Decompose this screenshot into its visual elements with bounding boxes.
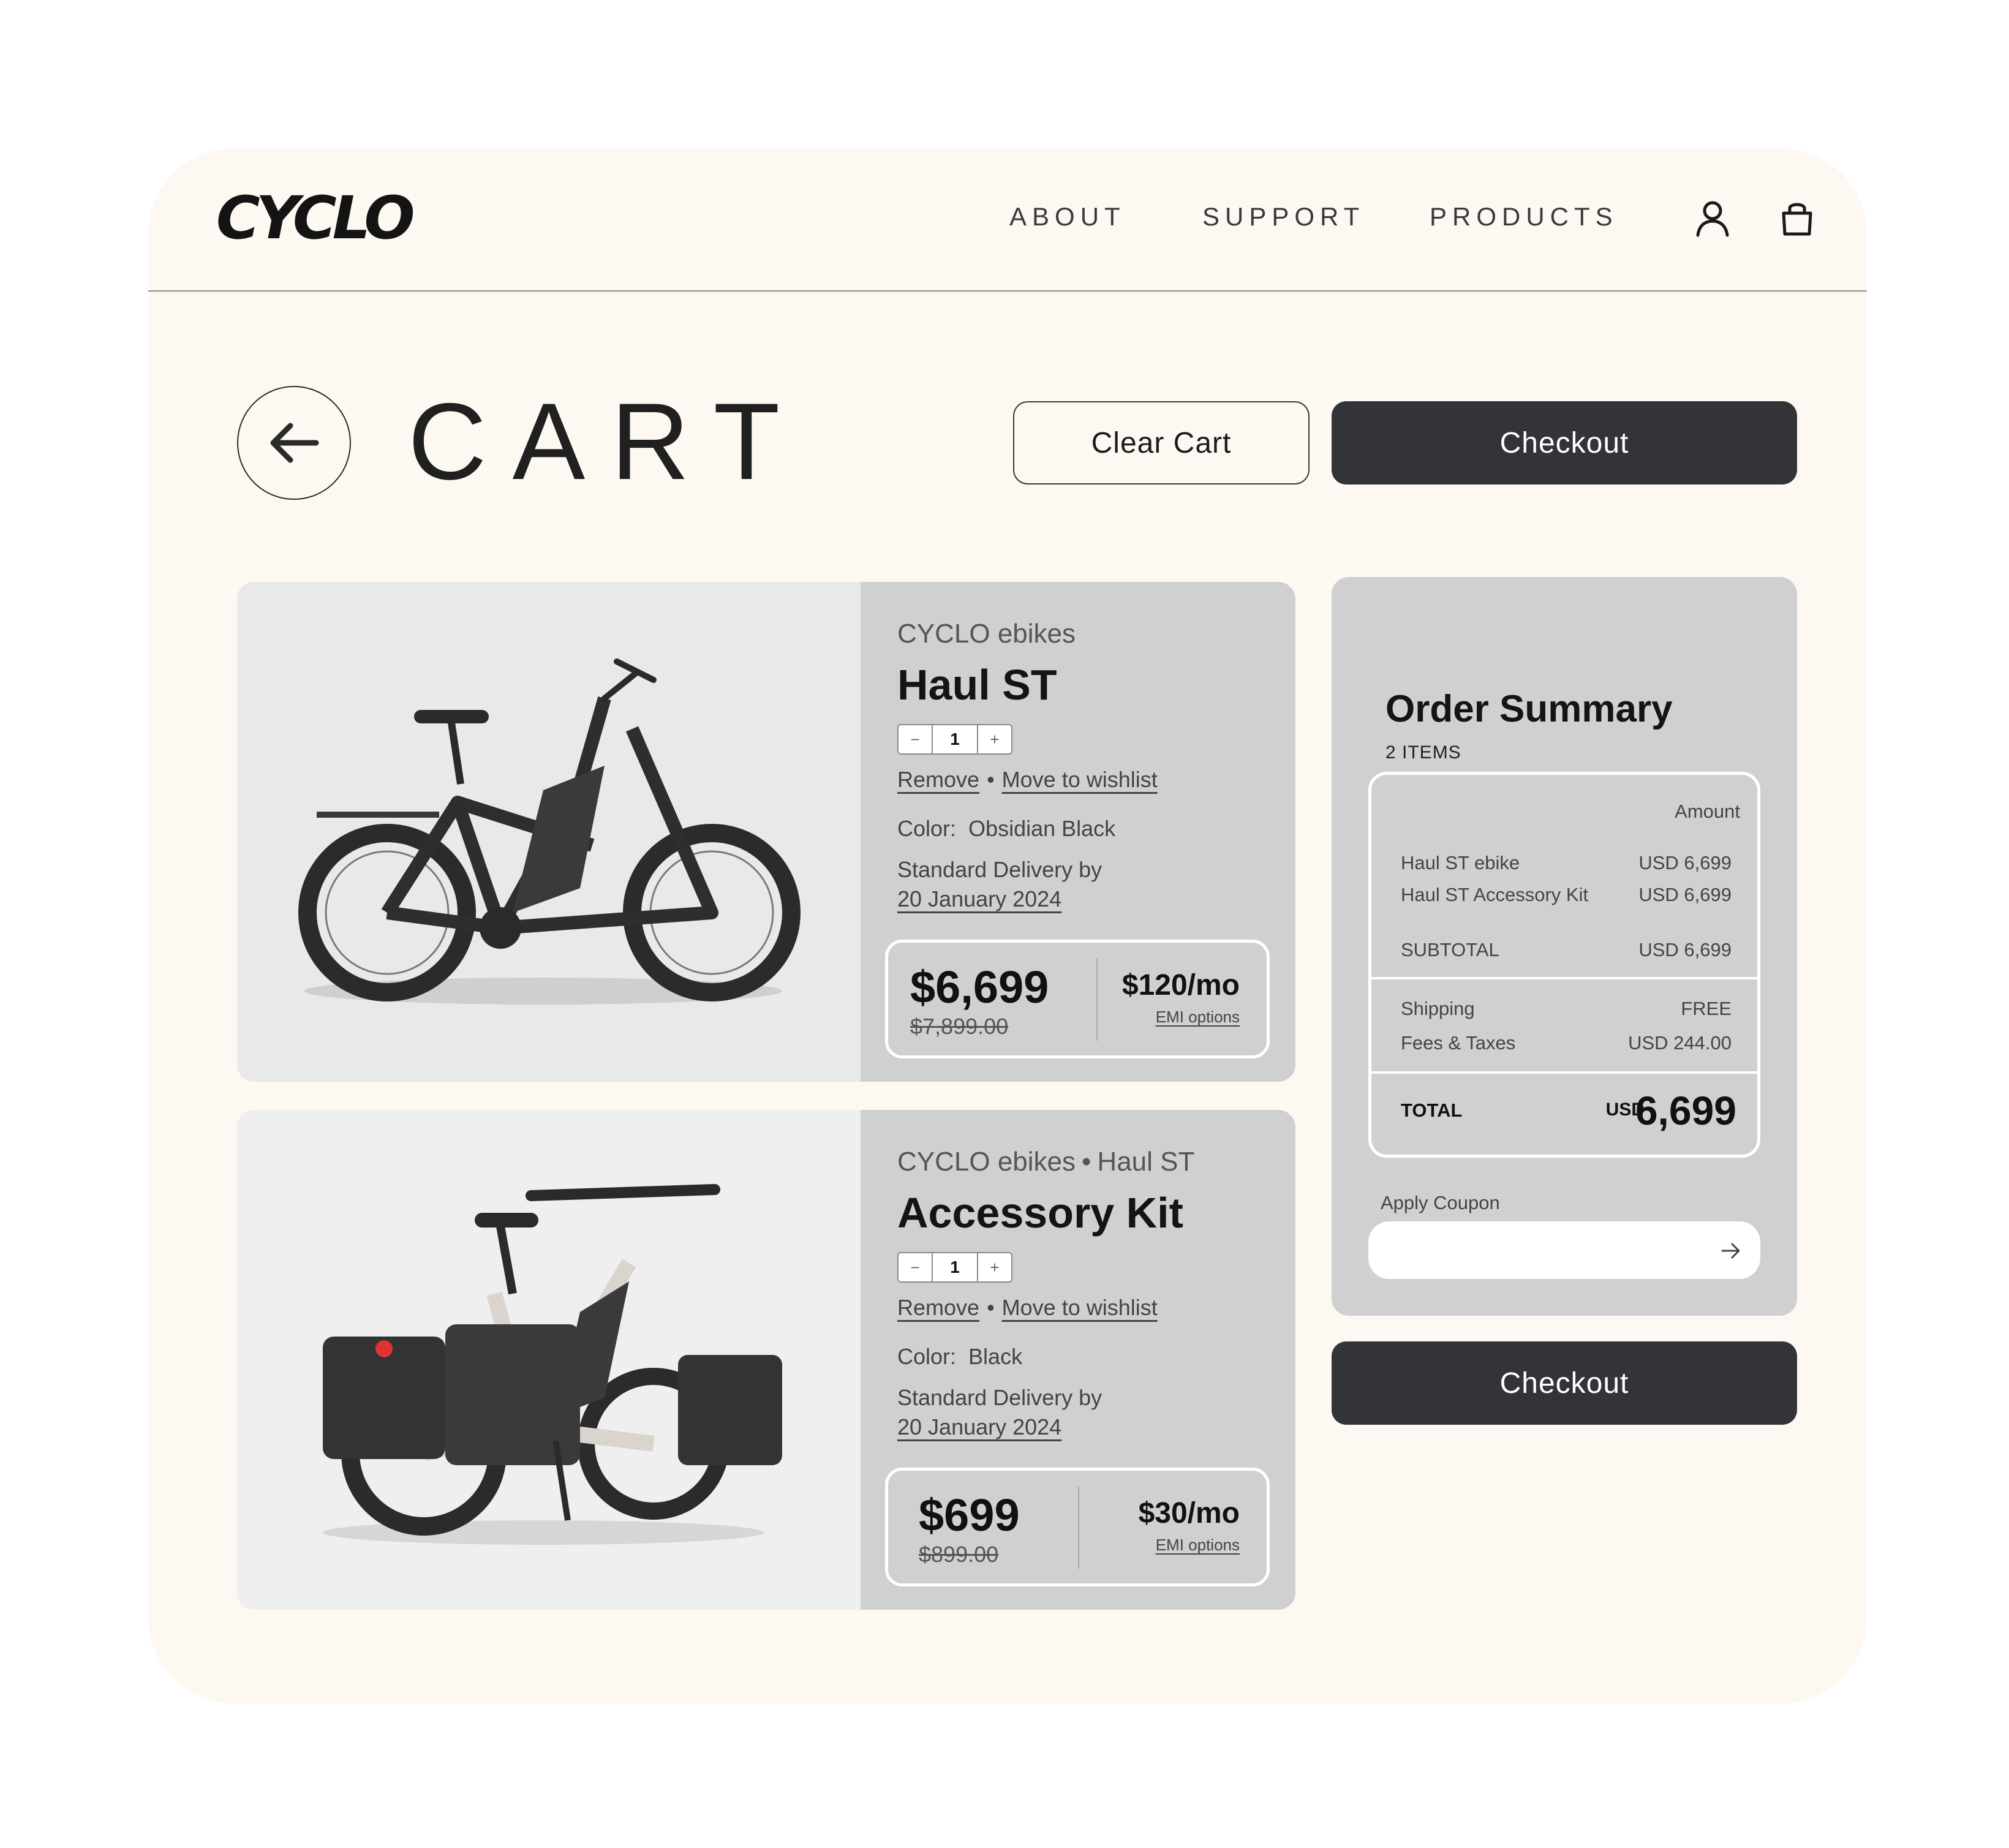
item-color: Color: Obsidian Black: [897, 816, 1115, 842]
separator-dot: •: [987, 1295, 995, 1320]
page-title: CART: [408, 380, 806, 502]
item-brand: CYCLO ebikes: [897, 619, 1076, 649]
checkout-button-bottom[interactable]: Checkout: [1332, 1341, 1797, 1425]
price-divider: [1096, 959, 1098, 1041]
product-image-haul-st[interactable]: [237, 582, 861, 1082]
total-value: 6,699: [1635, 1088, 1736, 1133]
increment-button[interactable]: +: [978, 725, 1011, 753]
item-original-price: $899.00: [919, 1542, 999, 1567]
separator-dot: •: [987, 767, 995, 792]
arrow-right-icon[interactable]: [1720, 1240, 1742, 1262]
delivery-label: Standard Delivery by: [897, 857, 1102, 882]
delivery-label: Standard Delivery by: [897, 1385, 1102, 1410]
product-image-accessory-kit[interactable]: [237, 1110, 861, 1610]
decrement-button[interactable]: −: [899, 1253, 932, 1281]
line-label: Haul ST Accessory Kit: [1401, 884, 1589, 905]
user-icon[interactable]: [1693, 198, 1732, 238]
item-actions: Remove • Move to wishlist: [897, 767, 1158, 793]
shipping-row: Shipping FREE: [1401, 998, 1732, 1020]
delivery-info: Standard Delivery by 20 January 2024: [897, 855, 1102, 914]
shipping-label: Shipping: [1401, 998, 1475, 1019]
total-label: TOTAL: [1401, 1099, 1463, 1121]
move-to-wishlist-link[interactable]: Move to wishlist: [1002, 767, 1158, 792]
subtotal-row: SUBTOTAL USD 6,699: [1401, 939, 1732, 961]
price-box: $699 $899.00 $30/mo EMI options: [885, 1468, 1270, 1586]
price-box: $6,699 $7,899.00 $120/mo EMI options: [885, 940, 1270, 1058]
item-name: Haul ST: [897, 661, 1057, 709]
monthly-price: $30/mo: [1138, 1497, 1240, 1529]
color-value: Black: [968, 1344, 1023, 1369]
decrement-button[interactable]: −: [899, 725, 932, 753]
line-value: USD 6,699: [1638, 884, 1732, 905]
shipping-value: FREE: [1681, 998, 1732, 1019]
shopping-bag-icon[interactable]: [1777, 198, 1817, 238]
line-value: USD 6,699: [1638, 852, 1732, 873]
item-color: Color: Black: [897, 1344, 1022, 1370]
ebike-illustration: [298, 658, 801, 1005]
summary-breakdown: Amount Haul ST ebike USD 6,699 Haul ST A…: [1368, 772, 1760, 1158]
item-count: 2 ITEMS: [1385, 742, 1461, 763]
amount-header: Amount: [1675, 801, 1740, 822]
order-summary-panel: Order Summary 2 ITEMS Amount Haul ST ebi…: [1332, 577, 1797, 1316]
order-summary-title: Order Summary: [1385, 688, 1673, 730]
color-value: Obsidian Black: [968, 816, 1116, 841]
quantity-stepper: − 1 +: [897, 724, 1012, 755]
summary-line: Haul ST ebike USD 6,699: [1401, 852, 1732, 874]
cart-item-haul-st: CYCLO ebikes Haul ST − 1 + Remove • Move t…: [237, 582, 1295, 1082]
emi-options-link[interactable]: EMI options: [1156, 1536, 1240, 1555]
delivery-info: Standard Delivery by 20 January 2024: [897, 1383, 1102, 1442]
quantity-value[interactable]: 1: [932, 725, 978, 753]
clear-cart-button[interactable]: Clear Cart: [1013, 401, 1310, 485]
subtotal-label: SUBTOTAL: [1401, 939, 1499, 960]
ebike-accessory-illustration: [323, 1184, 782, 1545]
color-label: Color:: [897, 1344, 957, 1369]
brand-logo[interactable]: CYCLO: [216, 184, 415, 252]
price-divider: [1078, 1487, 1079, 1569]
coupon-input[interactable]: [1387, 1221, 1708, 1280]
monthly-price: $120/mo: [1121, 969, 1240, 1001]
item-original-price: $7,899.00: [910, 1014, 1009, 1039]
item-price: $6,699: [910, 962, 1049, 1013]
item-name: Accessory Kit: [897, 1189, 1183, 1237]
summary-line: Haul ST Accessory Kit USD 6,699: [1401, 884, 1732, 906]
cart-item-accessory-kit: CYCLO ebikes • Haul ST Accessory Kit − 1 +…: [237, 1110, 1295, 1610]
arrow-left-icon: [270, 423, 319, 463]
delivery-date: 20 January 2024: [897, 886, 1062, 911]
item-price: $699: [919, 1490, 1020, 1541]
move-to-wishlist-link[interactable]: Move to wishlist: [1002, 1295, 1158, 1320]
coupon-field: [1368, 1221, 1760, 1280]
emi-options-link[interactable]: EMI options: [1156, 1008, 1240, 1027]
total-row: TOTAL USD 6,699: [1401, 1087, 1736, 1136]
item-brand: CYCLO ebikes • Haul ST: [897, 1147, 1195, 1177]
back-button[interactable]: [237, 386, 351, 500]
remove-link[interactable]: Remove: [897, 1295, 979, 1320]
item-actions: Remove • Move to wishlist: [897, 1295, 1158, 1321]
line-label: Haul ST ebike: [1401, 852, 1520, 873]
nav-about[interactable]: ABOUT: [1009, 202, 1126, 232]
fees-label: Fees & Taxes: [1401, 1032, 1516, 1054]
top-navigation: CYCLO ABOUT SUPPORT PRODUCTS: [148, 148, 1867, 292]
app-frame: CYCLO ABOUT SUPPORT PRODUCTS CART Clear …: [148, 148, 1867, 1704]
divider: [1371, 977, 1757, 979]
delivery-date: 20 January 2024: [897, 1414, 1062, 1439]
color-label: Color:: [897, 816, 957, 841]
quantity-value[interactable]: 1: [932, 1253, 978, 1281]
nav-products[interactable]: PRODUCTS: [1430, 202, 1618, 232]
fees-value: USD 244.00: [1628, 1032, 1732, 1054]
increment-button[interactable]: +: [978, 1253, 1011, 1281]
remove-link[interactable]: Remove: [897, 767, 979, 792]
nav-support[interactable]: SUPPORT: [1202, 202, 1365, 232]
checkout-button-top[interactable]: Checkout: [1332, 401, 1797, 485]
apply-coupon-label: Apply Coupon: [1381, 1192, 1500, 1213]
subtotal-value: USD 6,699: [1638, 939, 1732, 960]
divider: [1371, 1071, 1757, 1074]
fees-row: Fees & Taxes USD 244.00: [1401, 1032, 1732, 1054]
quantity-stepper: − 1 +: [897, 1252, 1012, 1283]
